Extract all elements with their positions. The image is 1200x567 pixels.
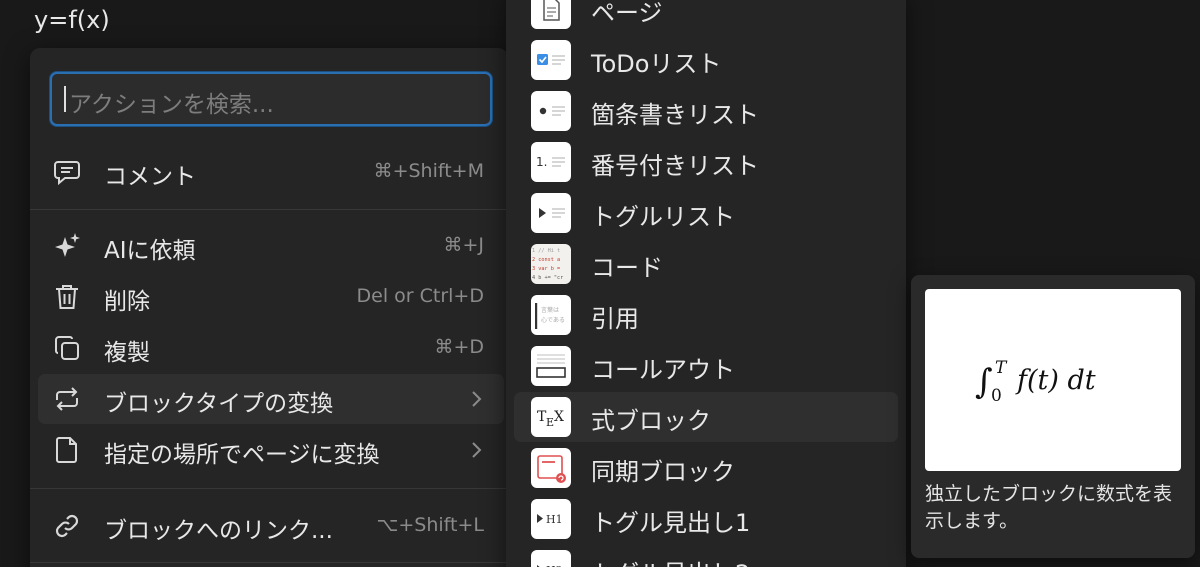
block-type-preview: ∫ T 0 f(t) dt 独立したブロックに数式を表示します。 [911,275,1195,558]
block-type-label: コールアウト [591,356,735,384]
menu-item-label: 削除 [104,289,150,315]
divider [30,209,508,210]
block-type-bulleted-list[interactable]: 箇条書きリスト [514,86,898,136]
block-type-todo[interactable]: ToDoリスト [514,35,898,85]
equation-preview-image: ∫ T 0 f(t) dt [925,289,1181,471]
thumb-number: 1. [536,155,547,169]
code-line: 2 const a [532,257,560,263]
shortcut-hint: ⌘+J [443,234,484,256]
page-thumb-icon [531,0,571,29]
tex-thumb-icon: T E X [531,397,571,437]
numbered-thumb-icon: 1. [531,142,571,182]
block-type-equation[interactable]: T E X 式ブロック [514,392,898,442]
text-caret [64,86,66,112]
block-type-page[interactable]: ページ [514,0,898,34]
shortcut-hint: Del or Ctrl+D [356,285,484,307]
svg-text:E: E [546,416,554,429]
menu-item-comment[interactable]: コメント ⌘+Shift+M [38,147,504,197]
block-type-label: ToDoリスト [591,50,722,78]
block-type-toggle-heading-1[interactable]: H1 トグル見出し1 [514,494,898,544]
block-actions-menu: アクションを検索... コメント ⌘+Shift+M AIに依頼 ⌘+J 削除 … [30,48,508,567]
block-type-label: トグルリスト [591,203,735,231]
heading-marker: H1 [546,513,563,526]
integral-upper-limit: T [995,358,1008,378]
block-type-code[interactable]: 1 // Hi t 2 const a 3 var b = 4 b += "cr… [514,239,898,289]
block-type-label: 番号付きリスト [591,152,759,180]
menu-item-delete[interactable]: 削除 Del or Ctrl+D [38,272,504,322]
duplicate-icon [55,336,79,360]
preview-description: 独立したブロックに数式を表示します。 [925,483,1173,532]
code-thumb-icon: 1 // Hi t 2 const a 3 var b = 4 b += "cr [531,244,571,284]
block-type-label: 式ブロック [591,407,711,435]
divider [30,488,508,489]
quote-line: 心である [541,317,565,324]
trash-icon [56,285,78,309]
sync-thumb-icon [531,448,571,488]
menu-item-duplicate[interactable]: 複製 ⌘+D [38,323,504,373]
block-type-label: 箇条書きリスト [591,101,759,129]
integral-lower-limit: 0 [991,386,1002,406]
action-search-input[interactable]: アクションを検索... [50,72,492,126]
convert-icon [56,387,78,411]
code-line: 3 var b = [532,266,560,272]
block-type-synced-block[interactable]: 同期ブロック [514,443,898,493]
block-type-numbered-list[interactable]: 1. 番号付きリスト [514,137,898,187]
menu-item-label: 複製 [104,340,150,366]
sparkle-icon [55,233,80,257]
todo-thumb-icon [531,40,571,80]
toggle-h1-thumb-icon: H1 [531,499,571,539]
block-type-quote[interactable]: 言葉は 心である 引用 [514,290,898,340]
link-icon [55,514,79,538]
code-line: 1 // Hi t [532,248,560,254]
shortcut-hint: ⌥+Shift+L [376,514,484,536]
shortcut-hint: ⌘+D [434,336,484,358]
chevron-right-icon [472,442,482,458]
quote-line: 言葉は [541,306,559,314]
bullet-thumb-icon [531,91,571,131]
chevron-right-icon [472,391,482,407]
menu-item-label: ブロックへのリンク... [104,518,333,544]
block-type-label: ページ [591,0,663,27]
menu-item-turn-into-page[interactable]: 指定の場所でページに変換 [38,425,504,475]
menu-item-turn-into[interactable]: ブロックタイプの変換 [38,374,504,424]
toggle-thumb-icon [531,193,571,233]
quote-thumb-icon: 言葉は 心である [531,295,571,335]
block-type-label: コード [591,254,663,282]
block-type-label: トグル見出し1 [591,509,751,537]
block-type-label: トグル見出し2 [591,554,750,567]
page-icon [56,437,77,463]
block-type-toggle-heading-2[interactable]: H2 トグル見出し2 [514,545,898,567]
menu-item-label: ブロックタイプの変換 [104,391,334,417]
svg-text:X: X [554,409,564,425]
divider [30,562,508,563]
menu-item-ask-ai[interactable]: AIに依頼 ⌘+J [38,221,504,271]
block-type-label: 引用 [591,305,639,333]
comment-icon [54,161,80,186]
block-text: y=f(x) [34,6,110,34]
menu-item-label: AIに依頼 [104,238,196,264]
menu-item-copy-link[interactable]: ブロックへのリンク... ⌥+Shift+L [38,501,504,551]
integral-body: f(t) dt [1015,365,1096,396]
turn-into-submenu: ページ ToDoリスト 箇条書きリスト 1. 番号付きリスト トグルリスト 1 … [506,0,906,567]
callout-thumb-icon [531,346,571,386]
menu-item-label: 指定の場所でページに変換 [104,442,380,468]
block-type-callout[interactable]: コールアウト [514,341,898,391]
block-type-toggle-list[interactable]: トグルリスト [514,188,898,238]
toggle-h2-thumb-icon: H2 [531,550,571,567]
code-line: 4 b += "cr [532,275,563,281]
shortcut-hint: ⌘+Shift+M [373,160,484,182]
menu-item-label: コメント [104,164,196,190]
search-placeholder: アクションを検索... [69,92,274,118]
block-type-label: 同期ブロック [591,458,735,486]
